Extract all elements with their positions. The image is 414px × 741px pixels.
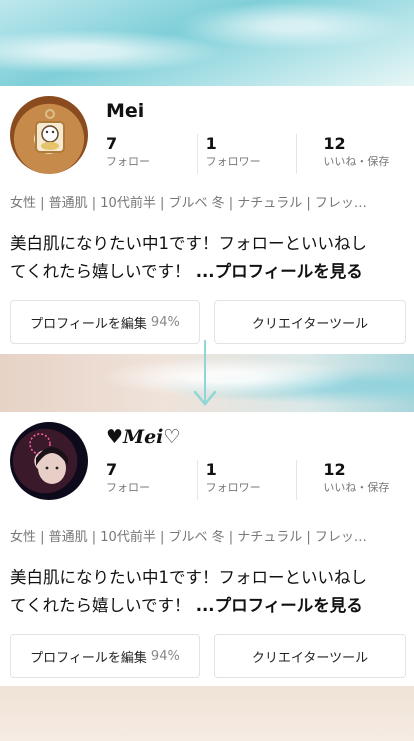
profile-card-after: ♥Mei♡ 7 フォロー 1 フォロワー 12 いいね・保存 女性 | 普通肌 … [0,412,414,686]
stat-value: 7 [106,134,118,153]
bio-line-1: 美白肌になりたい中1です！フォローといいねし [10,234,367,253]
bio-text: 美白肌になりたい中1です！フォローといいねし てくれたら嬉しいです！ ...プロ… [10,564,406,620]
username: Mei [106,100,145,122]
profile-completion: 94% [150,648,180,664]
stat-value: 1 [205,460,217,479]
stat-likes[interactable]: 12 いいね・保存 [297,460,414,500]
stat-followers[interactable]: 1 フォロワー [198,134,298,174]
stat-value: 7 [106,460,118,479]
beige-background [0,686,414,741]
stat-value: 12 [323,460,346,479]
creator-tools-button[interactable]: クリエイターツール [214,300,406,344]
stat-label: フォロー [106,481,150,494]
stat-followers[interactable]: 1 フォロワー [198,460,298,500]
edit-profile-button[interactable]: プロフィールを編集 94% [10,634,200,678]
stat-value: 12 [323,134,346,153]
selfie-photo-icon [29,433,68,484]
username: ♥Mei♡ [106,426,181,448]
profile-tags: 女性 | 普通肌 | 10代前半 | ブルベ 冬 | ナチュラル | フレッ… [10,196,367,211]
stats-row: 7 フォロー 1 フォロワー 12 いいね・保存 [104,134,414,174]
avatar[interactable] [10,96,88,174]
stat-label: いいね・保存 [323,481,390,494]
hamster-keychain-icon [35,109,65,153]
see-profile-link[interactable]: ...プロフィールを見る [196,596,363,615]
edit-profile-button[interactable]: プロフィールを編集 94% [10,300,200,344]
profile-completion: 94% [150,314,180,330]
stat-likes[interactable]: 12 いいね・保存 [297,134,414,174]
stat-label: いいね・保存 [323,155,390,168]
bio-line-2: てくれたら嬉しいです！ [10,596,196,615]
profile-card-before: Mei 7 フォロー 1 フォロワー 12 いいね・保存 女性 | 普通肌 | … [0,86,414,354]
stats-row: 7 フォロー 1 フォロワー 12 いいね・保存 [104,460,414,500]
arrow-down-icon [193,390,217,406]
edit-profile-label: プロフィールを編集 [30,316,147,332]
stat-value: 1 [205,134,217,153]
bio-text: 美白肌になりたい中1です！フォローといいねし てくれたら嬉しいです！ ...プロ… [10,230,406,286]
stat-label: フォロー [106,155,150,168]
avatar[interactable] [10,422,88,500]
stat-following[interactable]: 7 フォロー [104,460,198,500]
edit-profile-label: プロフィールを編集 [30,650,147,666]
bio-line-1: 美白肌になりたい中1です！フォローといいねし [10,568,367,587]
stat-following[interactable]: 7 フォロー [104,134,198,174]
see-profile-link[interactable]: ...プロフィールを見る [196,262,363,281]
creator-tools-button[interactable]: クリエイターツール [214,634,406,678]
bio-line-2: てくれたら嬉しいです！ [10,262,196,281]
stat-label: フォロワー [205,481,261,494]
stat-label: フォロワー [205,155,261,168]
ocean-background [0,0,414,86]
profile-tags: 女性 | 普通肌 | 10代前半 | ブルベ 冬 | ナチュラル | フレッ… [10,530,367,545]
